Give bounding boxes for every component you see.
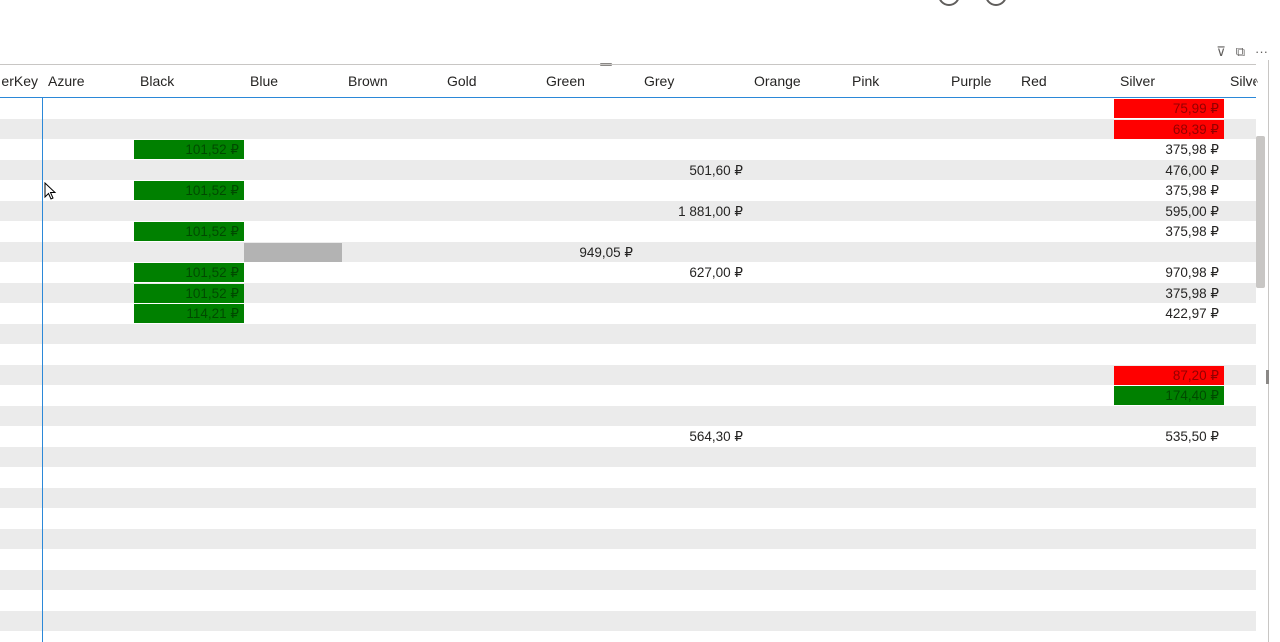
column-header-silver2[interactable]: Silve <box>1224 65 1256 98</box>
table-row <box>0 446 1256 467</box>
cell-black[interactable]: 114,21 ₽ <box>134 304 244 323</box>
table-row: 101,52 ₽ 627,00 ₽ 970,98 ₽ <box>0 262 1256 283</box>
cell-black[interactable]: 101,52 ₽ <box>134 222 244 241</box>
table-row: 101,52 ₽ 375,98 ₽ <box>0 139 1256 160</box>
column-header-red[interactable]: Red <box>1015 65 1114 98</box>
cell-silver[interactable]: 375,98 ₽ <box>1114 140 1224 159</box>
visual-header-actions: ⊽ ⧉ ··· <box>1216 44 1268 60</box>
cell-grey[interactable]: 627,00 ₽ <box>638 263 748 282</box>
pagination-circle-left[interactable] <box>938 0 960 6</box>
matrix-table: erKey Azure Black Blue Brown Gold Green Grey Ora… <box>0 64 1256 642</box>
matrix-visual[interactable]: ⊽ ⧉ ··· erKey Azure Black Blue Brown Gold Gree… <box>0 40 1280 642</box>
table-row <box>0 610 1256 631</box>
column-header-black[interactable]: Black <box>134 65 244 98</box>
matrix-body: 75,99 ₽68,39 ₽ 101,52 ₽ 375,98 ₽ 501,60 ₽ 47… <box>0 98 1256 642</box>
cell-blue[interactable] <box>244 242 342 262</box>
column-header-green[interactable]: Green <box>540 65 638 98</box>
cell-black[interactable]: 101,52 ₽ <box>134 140 244 159</box>
visual-border <box>1268 60 1269 642</box>
cell-black[interactable]: 101,52 ₽ <box>134 283 244 303</box>
column-header-pink[interactable]: Pink <box>846 65 945 98</box>
table-row <box>0 528 1256 549</box>
cell-green[interactable]: 949,05 ₽ <box>540 243 638 262</box>
filter-icon[interactable]: ⊽ <box>1216 44 1226 60</box>
table-row: 501,60 ₽ 476,00 ₽ <box>0 159 1256 180</box>
table-row <box>0 405 1256 426</box>
table-row: 564,30 ₽ 535,50 ₽ <box>0 426 1256 447</box>
table-row: 101,52 ₽ 375,98 ₽ <box>0 180 1256 201</box>
table-row: 114,21 ₽ 422,97 ₽ <box>0 303 1256 324</box>
table-row: 949,05 ₽ <box>0 241 1256 262</box>
table-row <box>0 508 1256 529</box>
table-row <box>0 569 1256 590</box>
cell-silver[interactable]: 476,00 ₽ <box>1114 161 1224 180</box>
column-header-purple[interactable]: Purple <box>945 65 1015 98</box>
cell-silver[interactable]: 535,50 ₽ <box>1114 427 1224 446</box>
cell-silver[interactable]: 375,98 ₽ <box>1114 222 1224 241</box>
table-row: 1 881,00 ₽ 595,00 ₽ <box>0 200 1256 221</box>
table-row <box>0 549 1256 570</box>
cell-silver[interactable]: 595,00 ₽ <box>1114 202 1224 221</box>
column-header-row: erKey Azure Black Blue Brown Gold Green Grey Ora… <box>0 64 1256 98</box>
cell-silver[interactable]: 970,98 ₽ <box>1114 263 1224 282</box>
cell-black[interactable]: 101,52 ₽ <box>134 263 244 282</box>
cell-silver[interactable]: 87,20 ₽ <box>1114 365 1224 385</box>
column-header-gold[interactable]: Gold <box>441 65 540 98</box>
cell-silver[interactable]: 68,39 ₽ <box>1114 119 1224 139</box>
table-row: 75,99 ₽ <box>0 98 1256 119</box>
table-row <box>0 487 1256 508</box>
column-header-grey[interactable]: Grey <box>638 65 748 98</box>
column-header-first[interactable]: erKey <box>0 65 42 98</box>
resize-handle[interactable] <box>1266 370 1269 384</box>
table-row <box>0 344 1256 365</box>
cell-silver[interactable]: 375,98 ₽ <box>1114 284 1224 303</box>
pagination-circle-right[interactable] <box>985 0 1007 6</box>
focus-mode-icon[interactable]: ⧉ <box>1236 44 1245 60</box>
table-row <box>0 467 1256 488</box>
cell-grey[interactable]: 1 881,00 ₽ <box>638 202 748 221</box>
cell-black[interactable]: 101,52 ₽ <box>134 181 244 200</box>
column-header-azure[interactable]: Azure <box>42 65 134 98</box>
table-row: 87,20 ₽ <box>0 364 1256 385</box>
vertical-scrollbar-thumb[interactable] <box>1256 136 1265 288</box>
table-row: 101,52 ₽ 375,98 ₽ <box>0 282 1256 303</box>
cell-grey[interactable]: 501,60 ₽ <box>638 161 748 180</box>
column-header-blue[interactable]: Blue <box>244 65 342 98</box>
cell-silver[interactable]: 422,97 ₽ <box>1114 304 1224 323</box>
column-header-orange[interactable]: Orange <box>748 65 846 98</box>
cell-silver[interactable]: 375,98 ₽ <box>1114 181 1224 200</box>
table-row <box>0 323 1256 344</box>
mouse-pointer-icon <box>44 182 57 200</box>
column-resize-line[interactable] <box>42 98 43 642</box>
table-row <box>0 631 1256 642</box>
cell-silver[interactable]: 75,99 ₽ <box>1114 99 1224 118</box>
table-row: 174,40 ₽ <box>0 385 1256 406</box>
scroll-up-arrow-icon[interactable]: ^ <box>1253 77 1258 89</box>
table-row: 68,39 ₽ <box>0 118 1256 139</box>
more-options-icon[interactable]: ··· <box>1255 44 1268 60</box>
table-row: 101,52 ₽ 375,98 ₽ <box>0 221 1256 242</box>
cell-silver[interactable]: 174,40 ₽ <box>1114 386 1224 405</box>
cell-grey[interactable]: 564,30 ₽ <box>638 427 748 446</box>
column-header-brown[interactable]: Brown <box>342 65 441 98</box>
column-header-silver[interactable]: Silver <box>1114 65 1224 98</box>
table-row <box>0 590 1256 611</box>
